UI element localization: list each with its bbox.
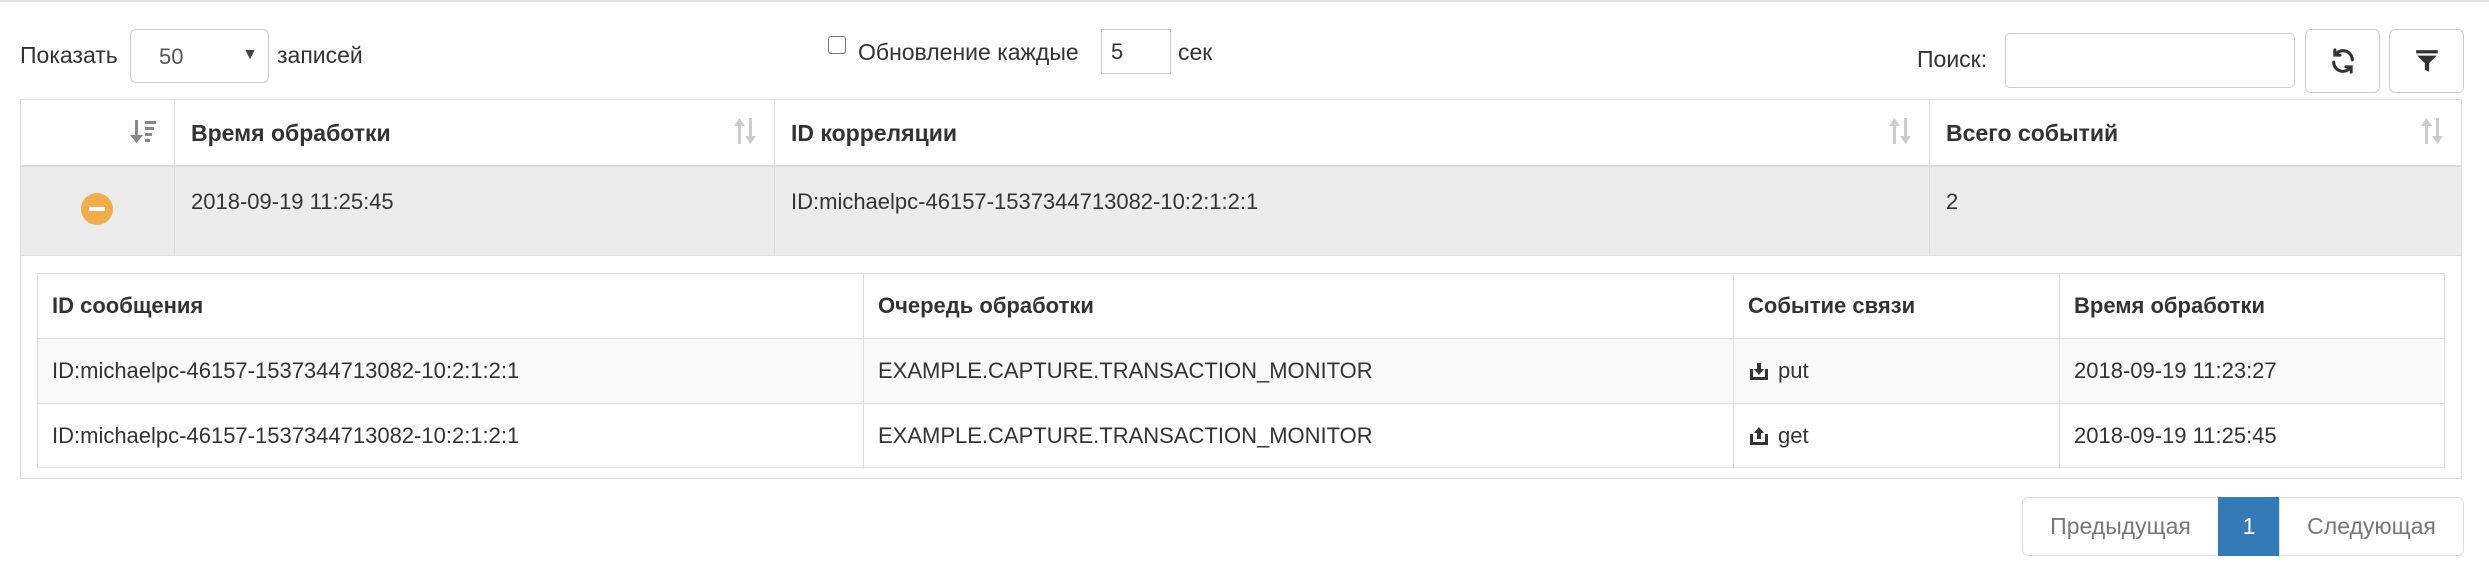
page-size-select[interactable]: 50 ▼ [130, 29, 269, 83]
table-header: Время обработки ID корреляции Всего собы… [21, 100, 2461, 167]
table-row[interactable]: 2018-09-19 11:25:45 ID:michaelpc-46157-1… [21, 167, 2461, 256]
time-cell: 2018-09-19 11:25:45 [2060, 404, 2444, 469]
column-header-expand[interactable] [21, 100, 175, 165]
queue-value: EXAMPLE.CAPTURE.TRANSACTION_MONITOR [878, 358, 1373, 383]
top-divider [0, 0, 2489, 2]
refresh-interval-input[interactable]: 5 [1101, 29, 1171, 74]
message-id-cell: ID:michaelpc-46157-1537344713082-10:2:1:… [38, 404, 864, 469]
event-cell: put [1734, 339, 2060, 403]
refresh-button[interactable] [2305, 29, 2380, 93]
details-column-header: Очередь обработки [864, 274, 1734, 338]
message-id-value: ID:michaelpc-46157-1537344713082-10:2:1:… [52, 358, 520, 383]
total-cell: 2 [1930, 167, 2461, 255]
next-page-button[interactable]: Следующая [2279, 497, 2464, 556]
sort-icon [734, 118, 756, 144]
filter-button[interactable] [2389, 29, 2464, 93]
search-label: Поиск: [1917, 46, 1988, 72]
time-value: 2018-09-19 11:25:45 [191, 189, 394, 214]
seconds-label: сек [1178, 39, 1213, 65]
queue-cell: EXAMPLE.CAPTURE.TRANSACTION_MONITOR [864, 404, 1734, 469]
queue-cell: EXAMPLE.CAPTURE.TRANSACTION_MONITOR [864, 339, 1734, 403]
column-header-total[interactable]: Всего событий [1930, 100, 2461, 165]
column-header-label: Очередь обработки [878, 293, 1094, 318]
search-input[interactable] [2005, 33, 2295, 88]
page-1-button[interactable]: 1 [2218, 497, 2280, 556]
column-header-time[interactable]: Время обработки [175, 100, 775, 165]
show-label: Показать [20, 42, 118, 68]
column-header-label: ID корреляции [791, 120, 957, 146]
queue-value: EXAMPLE.CAPTURE.TRANSACTION_MONITOR [878, 423, 1373, 448]
table-row: ID:michaelpc-46157-1537344713082-10:2:1:… [38, 339, 2444, 404]
details-column-header: Время обработки [2060, 274, 2444, 338]
filter-icon [2415, 50, 2438, 72]
total-value: 2 [1946, 189, 1959, 214]
refresh-icon [2331, 48, 2354, 74]
event-value: get [1778, 423, 1809, 448]
column-header-label: ID сообщения [52, 293, 204, 318]
details-column-header: ID сообщения [38, 274, 864, 338]
transactions-table: Время обработки ID корреляции Всего собы… [20, 99, 2462, 479]
correlation-value: ID:michaelpc-46157-1537344713082-10:2:1:… [791, 189, 1259, 214]
refresh-interval-value: 5 [1111, 39, 1124, 64]
column-header-label: Время обработки [191, 120, 391, 146]
collapse-icon[interactable] [81, 193, 113, 225]
message-id-cell: ID:michaelpc-46157-1537344713082-10:2:1:… [38, 339, 864, 403]
time-value: 2018-09-19 11:23:27 [2074, 358, 2277, 383]
message-id-value: ID:michaelpc-46157-1537344713082-10:2:1:… [52, 423, 520, 448]
page-size-value: 50 [159, 44, 184, 69]
chevron-down-icon: ▼ [242, 46, 258, 63]
time-value: 2018-09-19 11:25:45 [2074, 423, 2277, 448]
event-cell: get [1734, 404, 2060, 469]
table-row: ID:michaelpc-46157-1537344713082-10:2:1:… [38, 404, 2444, 469]
details-column-header: Событие связи [1734, 274, 2060, 338]
previous-page-button[interactable]: Предыдущая [2022, 497, 2219, 556]
column-header-label: Время обработки [2074, 293, 2265, 318]
time-cell: 2018-09-19 11:25:45 [175, 167, 775, 255]
column-header-label: Всего событий [1946, 120, 2119, 146]
column-header-label: Событие связи [1748, 293, 1916, 318]
put-icon [1750, 363, 1768, 380]
records-label: записей [277, 42, 363, 68]
column-header-correlation[interactable]: ID корреляции [775, 100, 1930, 165]
event-value: put [1778, 358, 1809, 383]
details-header: ID сообщения Очередь обработки Событие с… [38, 274, 2444, 339]
get-icon [1750, 427, 1768, 445]
sort-desc-icon [130, 120, 156, 143]
auto-refresh-checkbox[interactable] [828, 36, 846, 54]
correlation-cell: ID:michaelpc-46157-1537344713082-10:2:1:… [775, 167, 1930, 255]
auto-refresh-label: Обновление каждые [858, 39, 1079, 65]
sort-icon [2421, 118, 2443, 144]
sort-icon [1889, 118, 1911, 144]
expand-cell[interactable] [21, 167, 175, 255]
details-table: ID сообщения Очередь обработки Событие с… [37, 273, 2445, 469]
time-cell: 2018-09-19 11:23:27 [2060, 339, 2444, 403]
